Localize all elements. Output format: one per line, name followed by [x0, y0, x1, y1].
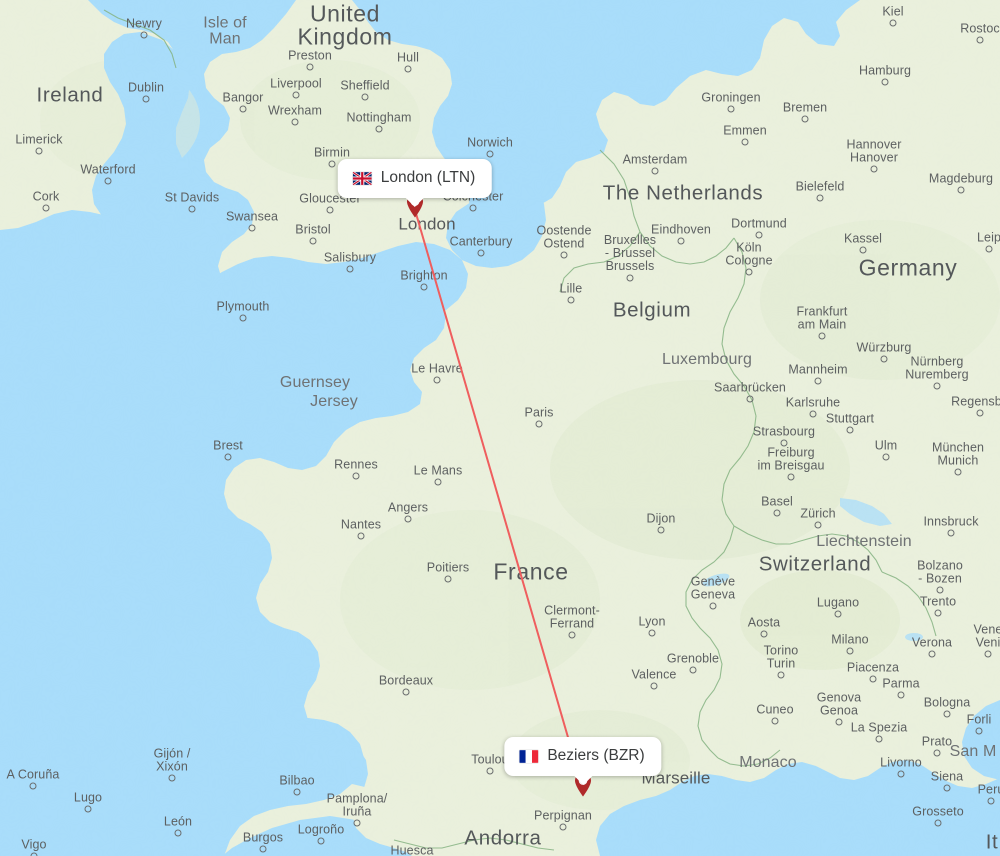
airport-callout-label: London (LTN) — [380, 169, 476, 186]
airport-callout-destination[interactable]: Beziers (BZR) — [504, 737, 662, 785]
airport-callout-origin[interactable]: London (LTN) — [337, 159, 493, 207]
united-kingdom-flag-icon — [352, 171, 372, 185]
airport-callout-label: Beziers (BZR) — [547, 747, 645, 764]
flight-route-line — [414, 209, 584, 790]
flight-route-map[interactable]: Ireland United Kingdom The Netherlands Belg… — [0, 0, 1000, 856]
france-flag-icon — [519, 749, 539, 763]
